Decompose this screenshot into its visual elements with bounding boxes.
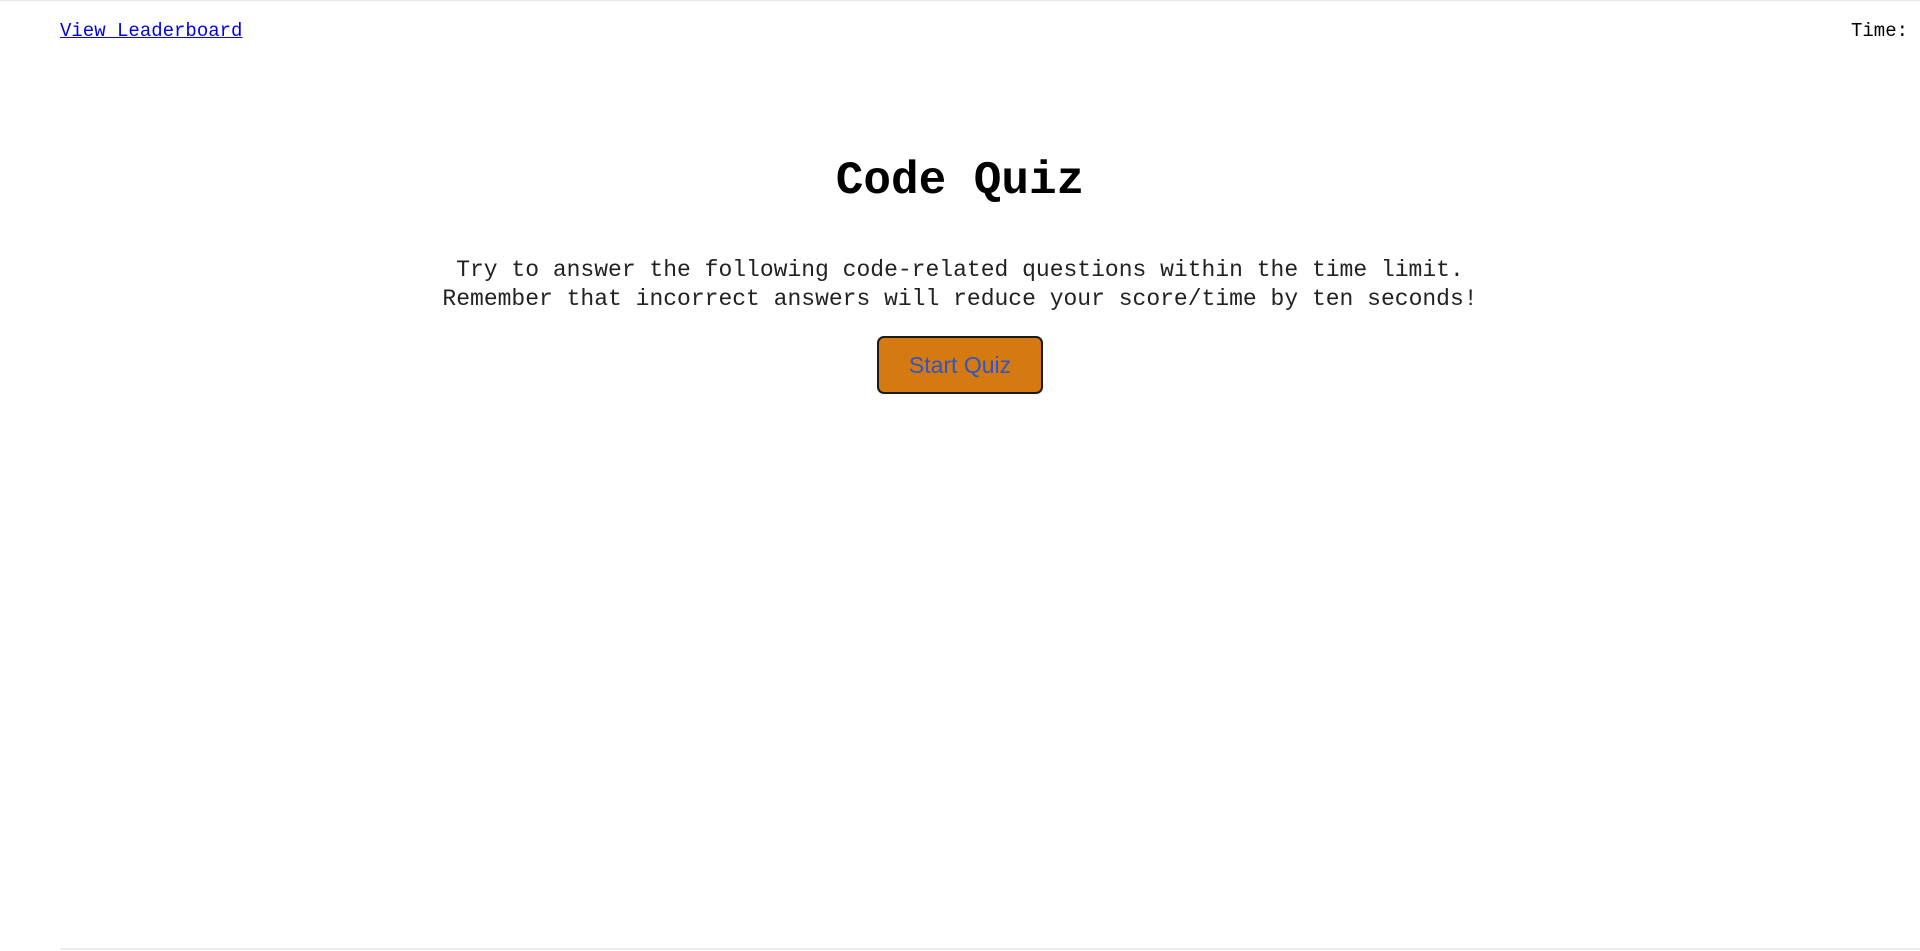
view-leaderboard-link[interactable]: View Leaderboard	[60, 20, 242, 42]
quiz-instructions: Try to answer the following code-related…	[360, 256, 1560, 314]
instructions-line-1: Try to answer the following code-related…	[456, 257, 1464, 283]
bottom-divider	[60, 948, 1920, 950]
start-quiz-button[interactable]: Start Quiz	[877, 336, 1043, 394]
quiz-start-panel: Code Quiz Try to answer the following co…	[0, 150, 1920, 394]
timer-display: Time:	[1850, 20, 1908, 42]
header-bar: View Leaderboard Time:	[0, 0, 1920, 64]
instructions-line-2: Remember that incorrect answers will red…	[442, 286, 1478, 312]
page-title: Code Quiz	[835, 155, 1085, 207]
